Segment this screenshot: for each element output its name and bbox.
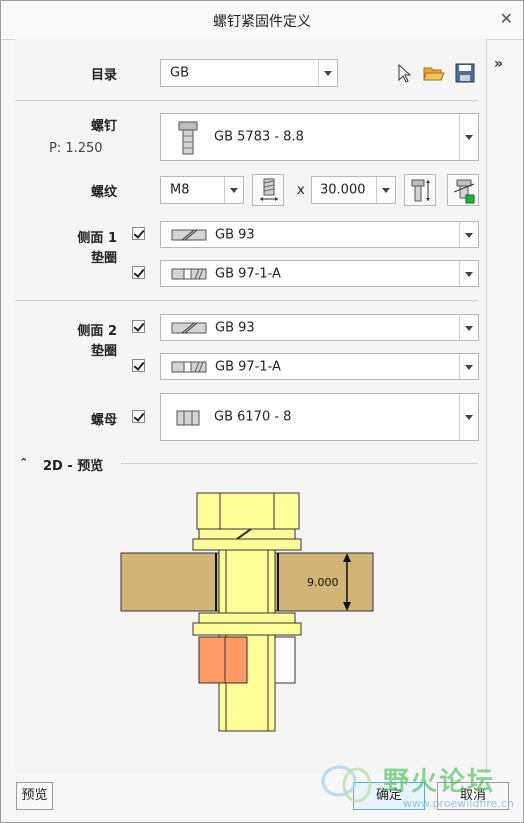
watermark-url: www.proewildfire.cn — [403, 797, 514, 810]
separator — [15, 100, 478, 101]
side1-washer1-checkbox[interactable] — [132, 227, 145, 240]
screw-pitch: P: 1.250 — [49, 141, 103, 156]
side2-washer2-value: GB 97-1-A — [215, 359, 281, 374]
side2-washer2-checkbox[interactable] — [132, 359, 145, 372]
side1-washer1-value: GB 93 — [215, 227, 255, 242]
nut-icon — [176, 410, 200, 426]
side1-washer2-value: GB 97-1-A — [215, 266, 281, 281]
catalog-label: 目录 — [90, 68, 117, 83]
side1-washer2-checkbox[interactable] — [132, 266, 145, 279]
catalog-select[interactable]: GB — [160, 59, 338, 87]
nut-checkbox[interactable] — [132, 410, 145, 423]
preview-button[interactable]: 预览 — [16, 782, 53, 810]
auto-length-icon — [453, 179, 475, 204]
title-bar: 螺钉紧固件定义 ✕ — [1, 1, 523, 40]
screw-select[interactable]: GB 5783 - 8.8 — [160, 113, 479, 161]
fastener-dialog: 螺钉紧固件定义 ✕ » 目录 GB 螺钉 P: 1.250 GB 5783 - … — [0, 0, 524, 823]
close-icon[interactable]: ✕ — [500, 9, 513, 28]
thread-length-select[interactable]: 30.000 — [311, 176, 396, 204]
spring-washer-icon — [171, 322, 207, 334]
screw-length-icon — [411, 179, 430, 202]
section-divider — [121, 463, 478, 464]
open-folder-icon[interactable] — [423, 63, 445, 83]
preview-section-title: 2D - 预览 — [43, 459, 104, 474]
thread-length-value: 30.000 — [320, 182, 366, 198]
spring-washer-icon — [171, 229, 207, 241]
screw-value: GB 5783 - 8.8 — [214, 129, 304, 145]
chevron-down-icon — [376, 177, 395, 203]
side1-label: 侧面 1 — [77, 231, 117, 246]
nut-select[interactable]: GB 6170 - 8 — [160, 393, 479, 441]
nut-value: GB 6170 - 8 — [214, 409, 292, 425]
preview-dimension-text: 9.000 — [307, 576, 339, 589]
fastener-2d-preview: 9.000 — [120, 492, 374, 732]
side1-washer2-select[interactable]: GB 97-1-A — [160, 260, 479, 287]
nut-label: 螺母 — [90, 413, 117, 428]
side2-washer-label: 垫圈 — [90, 344, 117, 359]
save-icon[interactable] — [455, 63, 475, 83]
side2-washer1-checkbox[interactable] — [132, 320, 145, 333]
window-title: 螺钉紧固件定义 — [213, 14, 311, 30]
butterfly-logo-icon — [321, 765, 372, 803]
chevron-down-icon — [224, 177, 243, 203]
watermark-logo: 野火论坛 www.proewildfire.cn — [317, 759, 517, 819]
watermark-text: 野火论坛 — [383, 767, 496, 797]
thread-size-value: M8 — [170, 182, 190, 198]
times-sign: x — [297, 183, 305, 198]
thread-spec-icon — [260, 178, 278, 201]
side2-washer1-value: GB 93 — [215, 320, 255, 335]
screw-label: 螺钉 — [90, 119, 117, 134]
catalog-value: GB — [170, 65, 189, 81]
chevron-down-icon — [459, 354, 478, 379]
thread-spec-button[interactable] — [252, 174, 284, 206]
screw-length-button[interactable] — [404, 174, 436, 206]
screw-icon — [178, 121, 198, 155]
chevron-down-icon — [318, 60, 337, 86]
chevron-down-icon — [459, 394, 478, 440]
chevron-up-icon[interactable]: ⌃ — [19, 456, 28, 469]
select-cursor-icon[interactable] — [396, 63, 412, 83]
side2-washer2-select[interactable]: GB 97-1-A — [160, 353, 479, 380]
chevron-down-icon — [459, 222, 478, 247]
side2-label: 侧面 2 — [77, 324, 117, 339]
flat-washer-icon — [171, 268, 207, 280]
thread-size-select[interactable]: M8 — [160, 176, 244, 204]
chevron-down-icon — [459, 315, 478, 340]
side1-washer1-select[interactable]: GB 93 — [160, 221, 479, 248]
side1-washer-label: 垫圈 — [90, 251, 117, 266]
flat-washer-icon — [171, 361, 207, 373]
thread-label: 螺纹 — [90, 185, 117, 200]
chevron-down-icon — [459, 114, 478, 160]
side2-washer1-select[interactable]: GB 93 — [160, 314, 479, 341]
separator — [15, 300, 478, 301]
collapse-panel-icon[interactable]: » — [494, 56, 503, 72]
chevron-down-icon — [459, 261, 478, 286]
auto-length-button[interactable] — [447, 174, 479, 206]
